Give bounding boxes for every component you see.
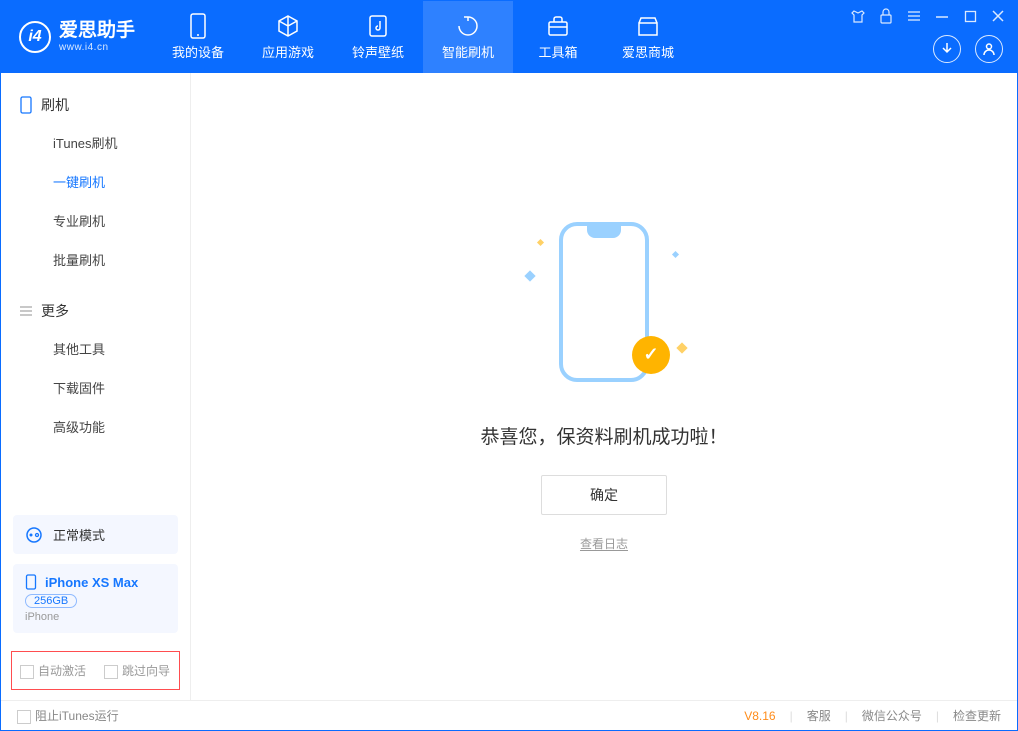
sidebar-bottom-options: 自动激活 跳过向导 — [11, 651, 180, 690]
sync-icon — [25, 526, 43, 544]
ok-button[interactable]: 确定 — [541, 475, 667, 515]
navtab-label: 我的设备 — [172, 42, 224, 61]
navtab-toolbox[interactable]: 工具箱 — [513, 1, 603, 73]
close-icon[interactable] — [989, 7, 1007, 25]
checkbox-auto-activate[interactable]: 自动激活 — [20, 662, 86, 679]
navtab-store[interactable]: 爱思商城 — [603, 1, 693, 73]
logo-icon: i4 — [19, 21, 51, 53]
navtab-label: 智能刷机 — [442, 42, 494, 61]
phone-small-icon — [25, 574, 37, 590]
music-file-icon — [366, 14, 390, 38]
sidebar-item-download-fw[interactable]: 下载固件 — [1, 368, 190, 407]
success-message: 恭喜您，保资料刷机成功啦！ — [480, 422, 727, 449]
navtab-label: 铃声壁纸 — [352, 42, 404, 61]
version-label: V8.16 — [744, 709, 775, 723]
download-icon[interactable] — [933, 35, 961, 63]
sidebar-item-oneclick-flash[interactable]: 一键刷机 — [1, 162, 190, 201]
sidebar-item-batch-flash[interactable]: 批量刷机 — [1, 240, 190, 279]
navtab-apps[interactable]: 应用游戏 — [243, 1, 333, 73]
navtab-label: 爱思商城 — [622, 42, 674, 61]
header-action-icons — [933, 35, 1003, 63]
navtab-flash[interactable]: 智能刷机 — [423, 1, 513, 73]
lock-icon[interactable] — [877, 7, 895, 25]
phone-outline-icon — [19, 96, 33, 114]
device-capacity-pill: 256GB — [25, 594, 77, 608]
titlebar-controls — [849, 7, 1007, 25]
logo-block: i4 爱思助手 www.i4.cn — [1, 1, 153, 73]
footer-link-wechat[interactable]: 微信公众号 — [862, 707, 922, 724]
check-badge-icon: ✓ — [632, 336, 670, 374]
body: 刷机 iTunes刷机 一键刷机 专业刷机 批量刷机 更多 其他工具 下载固件 … — [1, 73, 1017, 700]
sidebar-item-advanced[interactable]: 高级功能 — [1, 407, 190, 446]
user-icon[interactable] — [975, 35, 1003, 63]
device-type-label: iPhone — [25, 611, 166, 623]
store-icon — [636, 14, 660, 38]
view-log-link[interactable]: 查看日志 — [580, 535, 628, 552]
navtab-label: 工具箱 — [539, 42, 578, 61]
app-window: i4 爱思助手 www.i4.cn 我的设备 应用游戏 — [0, 0, 1018, 731]
maximize-icon[interactable] — [961, 7, 979, 25]
navtab-ringtone[interactable]: 铃声壁纸 — [333, 1, 423, 73]
navtabs: 我的设备 应用游戏 铃声壁纸 智能刷机 — [153, 1, 693, 73]
sidebar-item-pro-flash[interactable]: 专业刷机 — [1, 201, 190, 240]
device-mode-label: 正常模式 — [53, 525, 105, 544]
navtab-label: 应用游戏 — [262, 42, 314, 61]
device-mode-box[interactable]: 正常模式 — [13, 515, 178, 554]
success-illustration: ✓ — [544, 222, 664, 392]
app-subtitle: www.i4.cn — [59, 42, 135, 53]
sidebar-item-itunes-flash[interactable]: iTunes刷机 — [1, 123, 190, 162]
shirt-icon[interactable] — [849, 7, 867, 25]
footer-link-update[interactable]: 检查更新 — [953, 707, 1001, 724]
menu-icon[interactable] — [905, 7, 923, 25]
footer: 阻止iTunes运行 V8.16 | 客服 | 微信公众号 | 检查更新 — [1, 700, 1017, 730]
list-icon — [19, 304, 33, 318]
footer-right: V8.16 | 客服 | 微信公众号 | 检查更新 — [744, 707, 1001, 724]
sidebar: 刷机 iTunes刷机 一键刷机 专业刷机 批量刷机 更多 其他工具 下载固件 … — [1, 73, 191, 700]
cube-icon — [276, 14, 300, 38]
main-panel: ✓ 恭喜您，保资料刷机成功啦！ 确定 查看日志 — [191, 73, 1017, 700]
app-title: 爱思助手 — [59, 21, 135, 42]
device-info-box[interactable]: iPhone XS Max 256GB iPhone — [13, 564, 178, 633]
refresh-shield-icon — [456, 14, 480, 38]
header: i4 爱思助手 www.i4.cn 我的设备 应用游戏 — [1, 1, 1017, 73]
sidebar-tree: 刷机 iTunes刷机 一键刷机 专业刷机 批量刷机 更多 其他工具 下载固件 … — [1, 73, 190, 505]
footer-link-support[interactable]: 客服 — [807, 707, 831, 724]
sidebar-group-more: 更多 — [1, 293, 190, 329]
phone-icon — [186, 14, 210, 38]
minimize-icon[interactable] — [933, 7, 951, 25]
sidebar-group-flash: 刷机 — [1, 87, 190, 123]
toolbox-icon — [546, 14, 570, 38]
checkbox-block-itunes[interactable]: 阻止iTunes运行 — [17, 707, 119, 724]
checkbox-skip-wizard[interactable]: 跳过向导 — [104, 662, 170, 679]
sidebar-item-other-tools[interactable]: 其他工具 — [1, 329, 190, 368]
device-name: iPhone XS Max — [45, 575, 138, 590]
navtab-device[interactable]: 我的设备 — [153, 1, 243, 73]
sidebar-device-block: 正常模式 iPhone XS Max 256GB iPhone — [1, 505, 190, 643]
